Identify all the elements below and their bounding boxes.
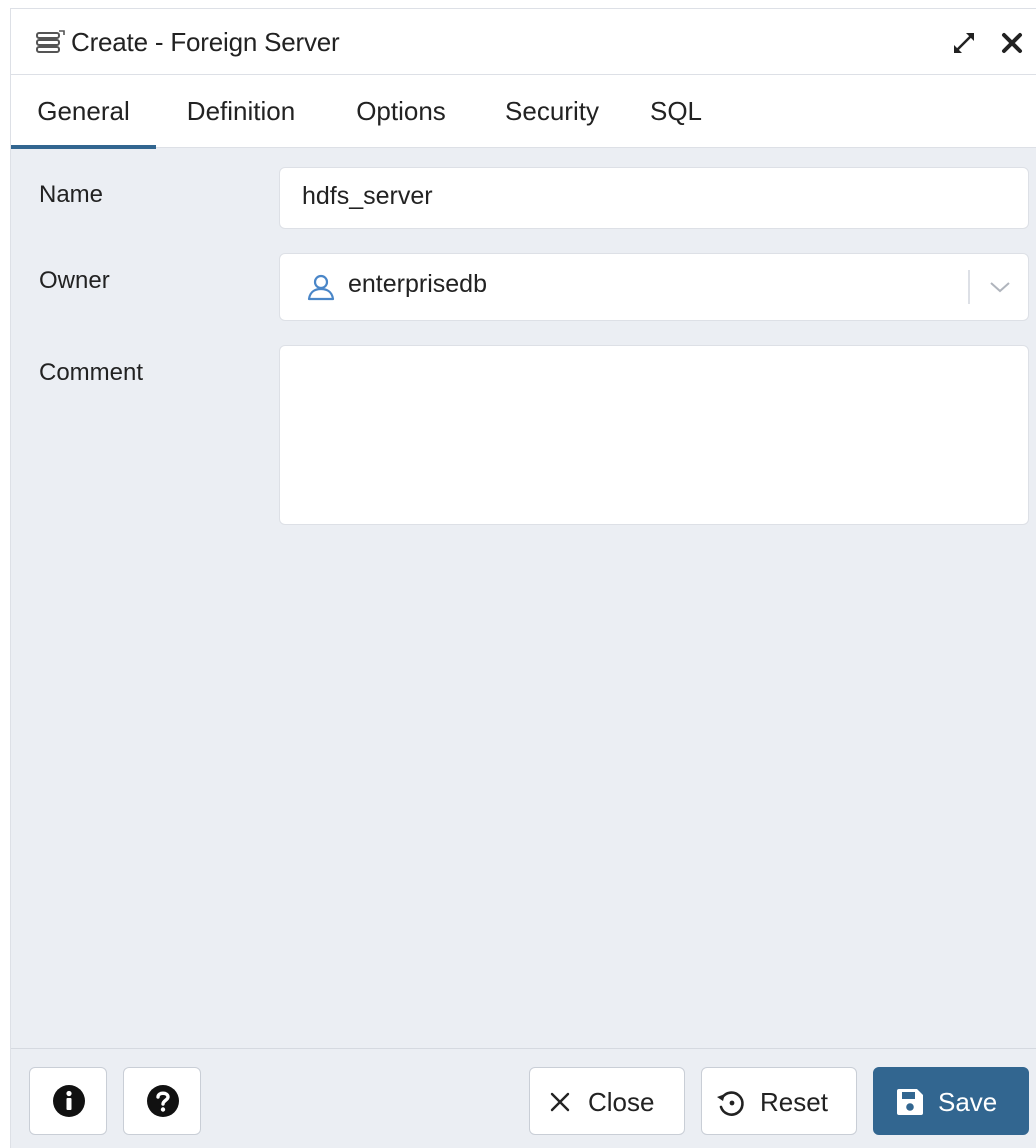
chevron-down-icon[interactable] <box>986 276 1014 298</box>
info-button[interactable] <box>29 1067 107 1135</box>
dialog-titlebar[interactable]: Create - Foreign Server <box>11 9 1036 75</box>
close-icon[interactable] <box>998 29 1026 57</box>
tab-bar: General Definition Options Security SQL <box>11 75 1036 149</box>
tab-sql[interactable]: SQL <box>645 75 707 148</box>
reset-icon <box>717 1091 744 1116</box>
save-button[interactable]: Save <box>873 1067 1029 1135</box>
owner-label: Owner <box>39 267 110 294</box>
close-icon <box>550 1092 570 1112</box>
user-icon <box>307 274 335 301</box>
help-button[interactable] <box>123 1067 201 1135</box>
owner-value: enterprisedb <box>348 270 487 298</box>
owner-select[interactable]: enterprisedb <box>279 253 1029 321</box>
dialog-footer: Close Reset Save <box>11 1048 1036 1148</box>
help-icon <box>147 1085 179 1117</box>
tab-general[interactable]: General <box>11 75 156 149</box>
name-input[interactable]: hdfs_server <box>279 167 1029 229</box>
save-button-label: Save <box>938 1087 998 1117</box>
tab-options[interactable]: Options <box>345 75 457 148</box>
name-value: hdfs_server <box>302 182 433 210</box>
save-icon <box>897 1089 923 1115</box>
dialog-title: Create - Foreign Server <box>71 27 340 57</box>
reset-button[interactable]: Reset <box>701 1067 857 1135</box>
comment-textarea[interactable] <box>279 345 1029 525</box>
expand-icon[interactable] <box>950 29 978 57</box>
info-icon <box>53 1085 85 1117</box>
foreign-server-icon <box>36 30 65 53</box>
comment-label: Comment <box>39 359 144 386</box>
reset-button-label: Reset <box>760 1087 828 1117</box>
select-separator <box>968 270 970 304</box>
tab-security[interactable]: Security <box>491 75 613 148</box>
close-button-label: Close <box>588 1087 655 1117</box>
name-label: Name <box>39 181 104 208</box>
tab-definition[interactable]: Definition <box>171 75 311 148</box>
create-foreign-server-dialog: Create - Foreign Server General Definiti… <box>10 8 1036 1148</box>
close-button[interactable]: Close <box>529 1067 685 1135</box>
